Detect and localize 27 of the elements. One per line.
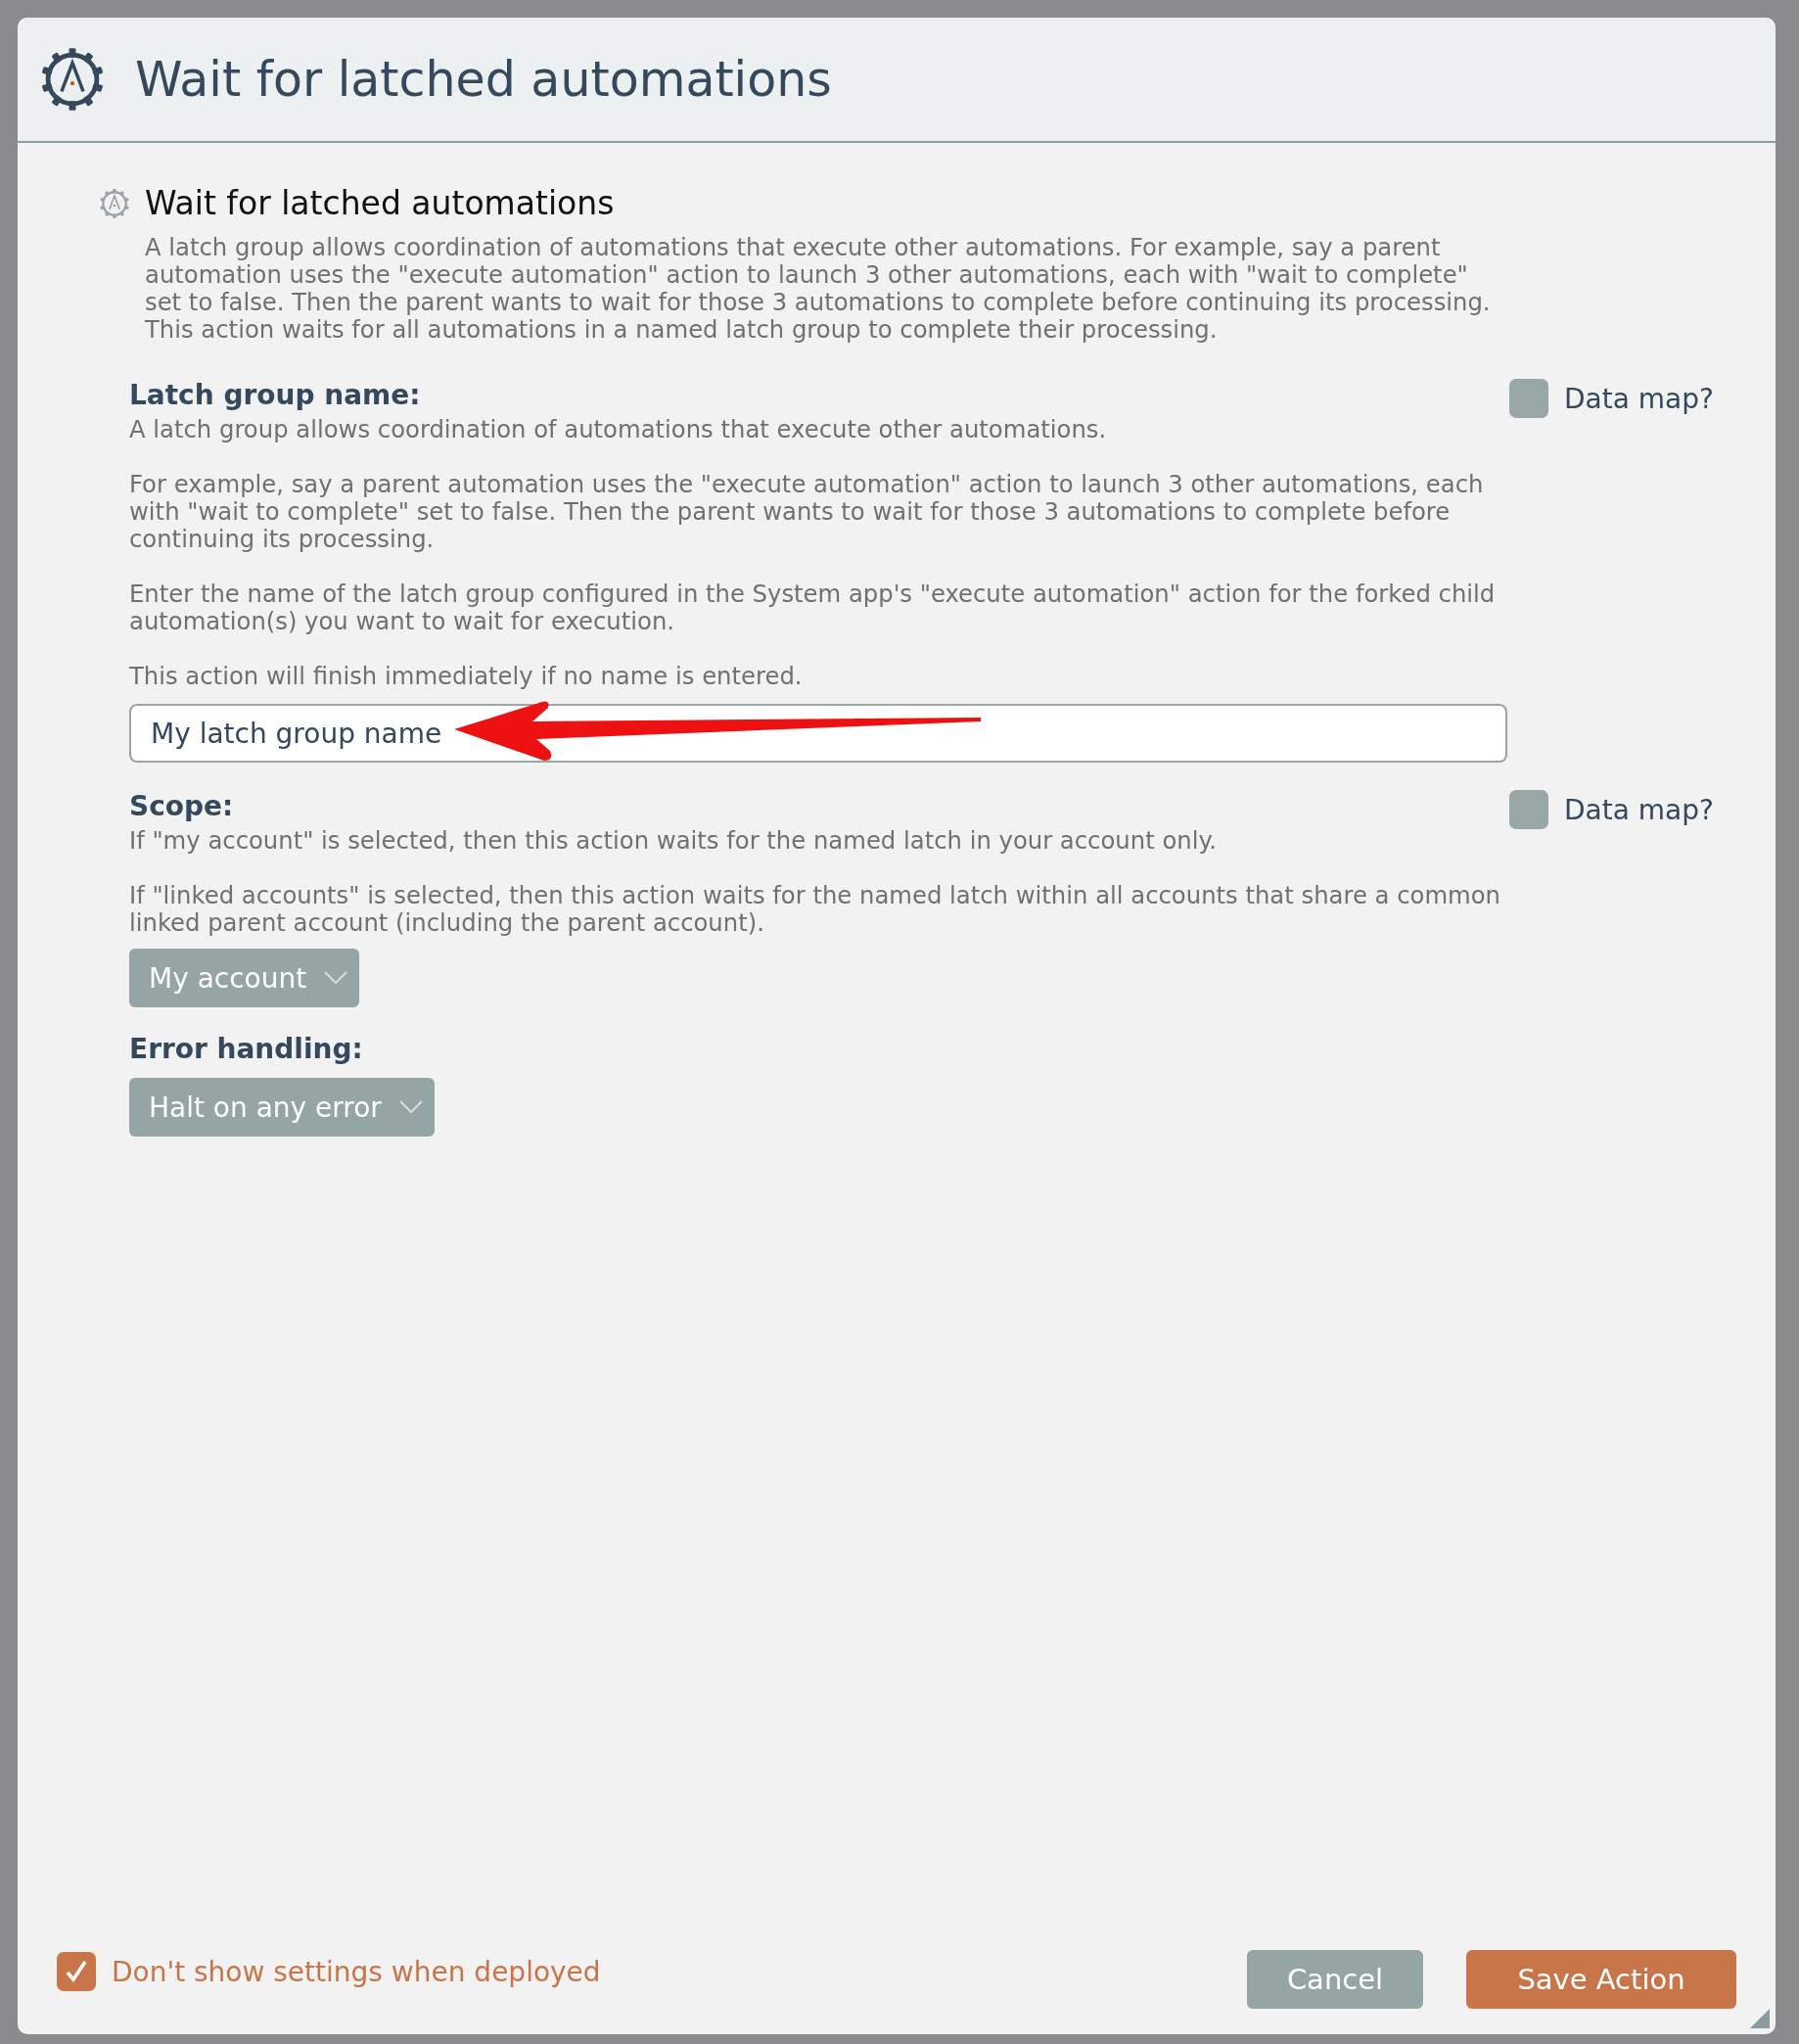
checkbox-label: Data map? (1564, 793, 1714, 826)
resize-grip-icon (1750, 2009, 1770, 2028)
checkbox-label: Data map? (1564, 382, 1714, 415)
checkbox[interactable] (57, 1952, 96, 1991)
field-label: Latch group name: (129, 379, 422, 412)
dropdown[interactable]: Halt on any error (129, 1078, 435, 1137)
window-title: Wait for latched automations (135, 51, 832, 108)
dropdown[interactable]: My account (129, 949, 360, 1007)
field-label: Scope: (129, 790, 235, 823)
help-text: If "my account" is selected, then this action waits for the named latch in your account only. (129, 827, 1219, 855)
help-text: For example, say a parent automation uses the "execute automation" action to launch 3 other automations, each with "wait to complete" set to false. Then the parent wants to wait for those 3 automations to complete before continuing its processing. (129, 471, 1485, 553)
gear-icon (98, 186, 131, 220)
chevron-down-icon (324, 971, 348, 985)
cancel-button[interactable]: Cancel (1247, 1950, 1423, 2009)
chevron-down-icon (398, 1100, 423, 1114)
help-text: Enter the name of the latch group configured in the System app's "execute automation" action for the forked child automation(s) you want to wait for execution. (129, 581, 1497, 635)
save-button[interactable]: Save Action (1466, 1950, 1736, 2009)
field-label: Error handling: (129, 1033, 364, 1066)
checkbox[interactable] (1509, 379, 1548, 418)
checkbox-label: Don't show settings when deployed (112, 1955, 601, 1988)
checkbox[interactable] (1509, 790, 1548, 829)
action-title: Wait for latched automations (145, 184, 615, 222)
help-text: If "linked accounts" is selected, then this action waits for the named latch within all accounts that share a common linked parent account (including the parent account). (129, 882, 1501, 937)
help-text: A latch group allows coordination of automations that execute other automations. (129, 416, 1108, 443)
text-field[interactable]: My latch group name (129, 704, 1507, 763)
help-text: This action will finish immediately if no name is entered. (129, 663, 804, 690)
action-description: A latch group allows coordination of automations that execute other automations. For example, say a parent automation uses the "execute automation" action to launch 3 other automations, each with "wait to complete" set to false. Then the parent wants to wait for those 3 automations to complete before continuing its processing. This action waits for all automations in a named latch group to complete their processing. (145, 234, 1492, 344)
